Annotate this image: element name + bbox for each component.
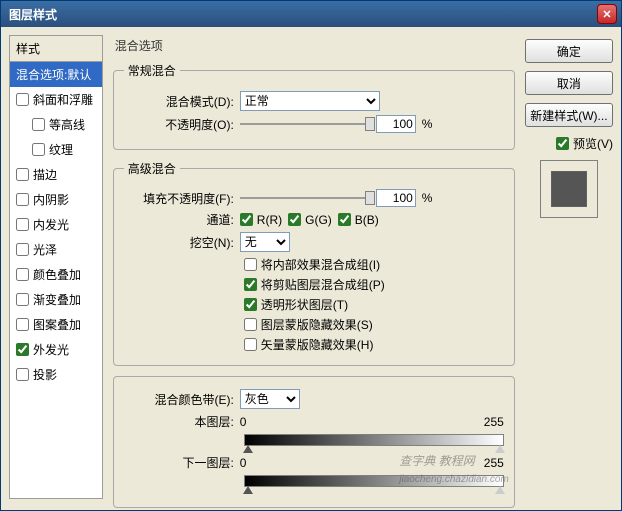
knockout-label: 挖空(N): <box>124 234 234 251</box>
options-title: 混合选项 <box>113 35 515 58</box>
preview-label: 预览(V) <box>573 135 613 152</box>
blend-clipped-label: 将剪贴图层混合成组(P) <box>261 276 385 293</box>
vector-mask-hide-label: 矢量蒙版隐藏效果(H) <box>261 336 374 353</box>
style-label: 内发光 <box>33 216 69 233</box>
layer-style-dialog: 图层样式 ✕ 样式 混合选项:默认斜面和浮雕等高线纹理描边内阴影内发光光泽颜色叠… <box>0 0 622 511</box>
channel-b-label: B(B) <box>355 213 379 227</box>
transparency-shapes-label: 透明形状图层(T) <box>261 296 348 313</box>
style-checkbox[interactable] <box>16 193 29 206</box>
channel-r-checkbox[interactable] <box>240 213 253 226</box>
underlying-label: 下一图层: <box>124 454 234 471</box>
close-button[interactable]: ✕ <box>597 4 617 24</box>
style-item[interactable]: 颜色叠加 <box>10 262 102 287</box>
style-label: 纹理 <box>49 141 73 158</box>
opacity-label: 不透明度(O): <box>124 116 234 133</box>
knockout-select[interactable]: 无 <box>240 232 290 252</box>
style-label: 等高线 <box>49 116 85 133</box>
pct-label: % <box>422 117 433 131</box>
new-style-button[interactable]: 新建样式(W)... <box>525 103 613 127</box>
styles-list: 混合选项:默认斜面和浮雕等高线纹理描边内阴影内发光光泽颜色叠加渐变叠加图案叠加外… <box>10 62 102 498</box>
style-checkbox[interactable] <box>16 268 29 281</box>
blendif-group: 混合颜色带(E): 灰色 本图层: 0 255 下一图层: 0 255 <box>113 376 515 508</box>
actions-panel: 确定 取消 新建样式(W)... 预览(V) <box>525 35 613 499</box>
fill-opacity-label: 填充不透明度(F): <box>124 190 234 207</box>
style-item[interactable]: 纹理 <box>10 137 102 162</box>
style-label: 渐变叠加 <box>33 291 81 308</box>
style-checkbox[interactable] <box>16 218 29 231</box>
style-label: 描边 <box>33 166 57 183</box>
style-item[interactable]: 外发光 <box>10 337 102 362</box>
style-checkbox[interactable] <box>32 118 45 131</box>
general-blend-group: 常规混合 混合模式(D): 正常 不透明度(O): % <box>113 62 515 150</box>
channels-label: 通道: <box>124 211 234 228</box>
style-checkbox[interactable] <box>16 368 29 381</box>
style-item[interactable]: 内阴影 <box>10 187 102 212</box>
style-item[interactable]: 光泽 <box>10 237 102 262</box>
under-low: 0 <box>240 456 270 470</box>
style-checkbox[interactable] <box>16 168 29 181</box>
style-checkbox[interactable] <box>16 243 29 256</box>
under-high: 255 <box>484 456 504 470</box>
style-label: 光泽 <box>33 241 57 258</box>
transparency-shapes-checkbox[interactable] <box>244 298 257 311</box>
channel-g-checkbox[interactable] <box>288 213 301 226</box>
style-item[interactable]: 渐变叠加 <box>10 287 102 312</box>
options-panel: 混合选项 常规混合 混合模式(D): 正常 不透明度(O): % 高级混合 填充… <box>109 35 519 499</box>
style-checkbox[interactable] <box>16 343 29 356</box>
style-checkbox[interactable] <box>32 143 45 156</box>
dialog-title: 图层样式 <box>9 6 57 23</box>
style-checkbox[interactable] <box>16 93 29 106</box>
this-layer-label: 本图层: <box>124 413 234 430</box>
pct-label: % <box>422 191 433 205</box>
opacity-slider[interactable] <box>240 115 370 133</box>
style-label: 投影 <box>33 366 57 383</box>
ok-button[interactable]: 确定 <box>525 39 613 63</box>
general-legend: 常规混合 <box>124 62 180 79</box>
blend-clipped-checkbox[interactable] <box>244 278 257 291</box>
blend-interior-label: 将内部效果混合成组(I) <box>261 256 380 273</box>
blend-mode-label: 混合模式(D): <box>124 93 234 110</box>
preview-checkbox[interactable] <box>556 137 569 150</box>
layer-mask-hide-label: 图层蒙版隐藏效果(S) <box>261 316 373 333</box>
style-label: 斜面和浮雕 <box>33 91 93 108</box>
style-item[interactable]: 内发光 <box>10 212 102 237</box>
vector-mask-hide-checkbox[interactable] <box>244 338 257 351</box>
this-layer-gradient[interactable] <box>244 434 504 446</box>
style-label: 混合选项:默认 <box>16 66 91 83</box>
this-low: 0 <box>240 415 270 429</box>
fill-opacity-input[interactable] <box>376 189 416 207</box>
titlebar: 图层样式 ✕ <box>1 1 621 27</box>
style-item[interactable]: 等高线 <box>10 112 102 137</box>
channel-b-checkbox[interactable] <box>338 213 351 226</box>
fill-opacity-slider[interactable] <box>240 189 370 207</box>
style-label: 外发光 <box>33 341 69 358</box>
preview-swatch <box>540 160 598 218</box>
blend-mode-select[interactable]: 正常 <box>240 91 380 111</box>
style-checkbox[interactable] <box>16 318 29 331</box>
this-high: 255 <box>484 415 504 429</box>
style-label: 图案叠加 <box>33 316 81 333</box>
style-label: 颜色叠加 <box>33 266 81 283</box>
style-item[interactable]: 混合选项:默认 <box>10 62 102 87</box>
blendif-select[interactable]: 灰色 <box>240 389 300 409</box>
blendif-label: 混合颜色带(E): <box>124 391 234 408</box>
styles-header: 样式 <box>10 36 102 62</box>
style-label: 内阴影 <box>33 191 69 208</box>
cancel-button[interactable]: 取消 <box>525 71 613 95</box>
styles-panel: 样式 混合选项:默认斜面和浮雕等高线纹理描边内阴影内发光光泽颜色叠加渐变叠加图案… <box>9 35 103 499</box>
style-item[interactable]: 斜面和浮雕 <box>10 87 102 112</box>
style-item[interactable]: 图案叠加 <box>10 312 102 337</box>
opacity-input[interactable] <box>376 115 416 133</box>
style-checkbox[interactable] <box>16 293 29 306</box>
layer-mask-hide-checkbox[interactable] <box>244 318 257 331</box>
style-item[interactable]: 描边 <box>10 162 102 187</box>
blend-interior-checkbox[interactable] <box>244 258 257 271</box>
style-item[interactable]: 投影 <box>10 362 102 387</box>
underlying-gradient[interactable] <box>244 475 504 487</box>
advanced-blend-group: 高级混合 填充不透明度(F): % 通道: R(R) G(G) B(B) 挖空(… <box>113 160 515 366</box>
channel-r-label: R(R) <box>257 213 282 227</box>
advanced-legend: 高级混合 <box>124 160 180 177</box>
channel-g-label: G(G) <box>305 213 332 227</box>
